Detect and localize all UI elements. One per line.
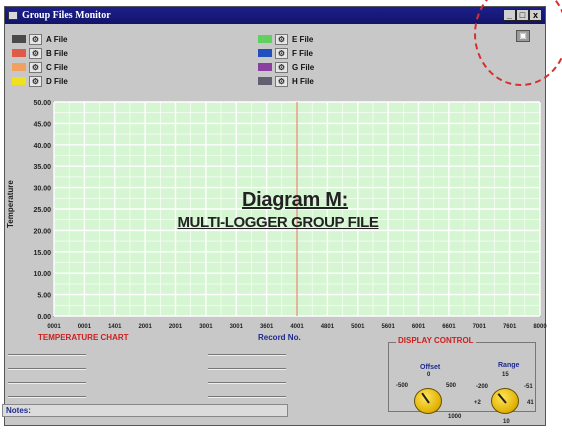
x-tick-label: 2001 (169, 324, 183, 330)
x-tick-label: 6601 (442, 324, 456, 330)
x-tick-label: 0001 (78, 324, 92, 330)
x-tick-label: 3001 (199, 324, 213, 330)
x-tick-label: 3601 (260, 324, 274, 330)
x-tick-label: 1401 (108, 324, 122, 330)
info-field-4[interactable] (8, 396, 86, 398)
range-knob[interactable] (491, 388, 519, 414)
x-tick-label: 4001 (290, 324, 304, 330)
x-tick-label: 7001 (473, 324, 487, 330)
range-tick: -51 (524, 384, 533, 390)
diagram-subtitle: MULTI-LOGGER GROUP FILE (177, 214, 379, 231)
diagram-title: Diagram M: (242, 189, 348, 211)
offset-tick: -500 (396, 383, 409, 389)
y-tick-label: 45.00 (33, 121, 51, 128)
x-tick-label: 8000 (533, 324, 547, 330)
y-tick-label: 10.00 (33, 271, 51, 278)
info-field-6[interactable] (208, 368, 286, 370)
display-control-title: DISPLAY CONTROL (396, 336, 476, 345)
y-tick-label: 35.00 (33, 164, 51, 171)
x-tick-label: 5601 (381, 324, 395, 330)
y-tick-label: 15.00 (33, 250, 51, 257)
notes-label: Notes: (6, 406, 31, 415)
offset-label: Offset (420, 364, 441, 371)
info-field-5[interactable] (208, 354, 286, 356)
info-field-8[interactable] (208, 396, 286, 398)
range-tick: 41 (527, 400, 534, 406)
info-field-2[interactable] (8, 368, 86, 370)
info-field-7[interactable] (208, 382, 286, 384)
y-tick-label: 0.00 (37, 314, 51, 321)
y-tick-label: 5.00 (37, 293, 51, 300)
offset-knob[interactable] (414, 388, 442, 414)
y-axis-label: Temperature (6, 180, 15, 228)
x-tick-label: 7601 (503, 324, 517, 330)
range-label: Range (498, 362, 520, 369)
range-tick: +2 (474, 400, 481, 406)
x-tick-label: 3001 (230, 324, 244, 330)
range-value: 15 (502, 372, 509, 378)
chart-caption: TEMPERATURE CHART (38, 333, 129, 342)
y-tick-label: 25.00 (33, 207, 51, 214)
x-tick-label: 5001 (351, 324, 365, 330)
x-tick-label: 6001 (412, 324, 426, 330)
x-axis-label: Record No. (258, 333, 301, 342)
range-tick: 10 (503, 419, 510, 425)
y-tick-label: 50.00 (33, 100, 51, 107)
x-tick-label: 2001 (138, 324, 152, 330)
range-tick: -200 (476, 384, 489, 390)
info-field-3[interactable] (8, 382, 86, 384)
offset-tick: 0 (427, 372, 431, 378)
range-knob-pointer (497, 393, 507, 404)
offset-tick: 1000 (448, 414, 462, 420)
y-tick-label: 20.00 (33, 228, 51, 235)
y-tick-label: 40.00 (33, 143, 51, 150)
offset-knob-pointer (421, 392, 430, 404)
x-tick-label: 4801 (321, 324, 335, 330)
notes-field[interactable]: Notes: (2, 404, 288, 417)
y-tick-label: 30.00 (33, 186, 51, 193)
x-tick-label: 0001 (47, 324, 61, 330)
offset-tick: 500 (446, 383, 457, 389)
info-field-1[interactable] (8, 354, 86, 356)
